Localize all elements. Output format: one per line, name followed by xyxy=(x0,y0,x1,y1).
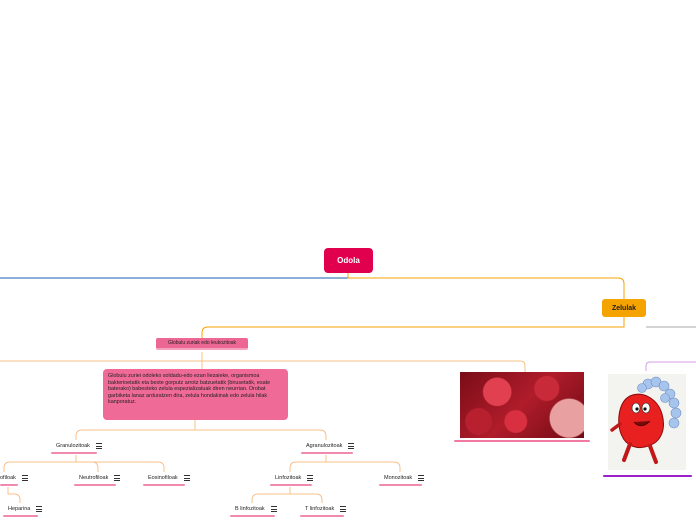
node-label: Neutrofiloak xyxy=(79,475,109,481)
menu-icon[interactable] xyxy=(95,443,102,449)
menu-icon[interactable] xyxy=(36,506,43,512)
menu-icon[interactable] xyxy=(270,506,277,512)
node-label: B linfozitoak xyxy=(235,506,265,512)
node-description[interactable]: Globulu zuriei odoleko soldadu-edo ezan … xyxy=(103,369,288,420)
node-globulu-zuriak[interactable]: Globulu zuriak edo leukozitoak xyxy=(156,338,248,350)
node-agranulozitoak[interactable]: Agranulozitoak xyxy=(306,441,355,451)
image-underline xyxy=(603,475,692,477)
menu-icon[interactable] xyxy=(21,475,28,481)
menu-icon[interactable] xyxy=(114,475,121,481)
node-underline xyxy=(301,452,353,454)
node-granulozitoak[interactable]: Granulozitoak xyxy=(56,441,102,451)
node-label: Agranulozitoak xyxy=(306,443,343,449)
node-label: Granulozitoak xyxy=(56,443,90,449)
node-label: Linfozitoak xyxy=(275,475,302,481)
node-underline xyxy=(230,515,275,517)
node-label: Monozitoak xyxy=(384,475,413,481)
node-label: Eosinofiloak xyxy=(148,475,178,481)
node-underline xyxy=(143,484,185,486)
menu-icon[interactable] xyxy=(340,506,347,512)
node-b-linfozitoak[interactable]: B linfozitoak xyxy=(235,504,277,514)
node-underline xyxy=(379,484,422,486)
node-neutrofiloak[interactable]: Neutrofiloak xyxy=(79,473,121,483)
menu-icon[interactable] xyxy=(348,443,355,449)
node-label: Heparina xyxy=(8,506,31,512)
menu-icon[interactable] xyxy=(418,475,425,481)
node-linfozitoak[interactable]: Linfozitoak xyxy=(275,473,314,483)
node-underline xyxy=(51,452,97,454)
node-label: T linfozitoak xyxy=(305,506,335,512)
mind-map-canvas: Odola Zelulak Globulu zuriak edo leukozi… xyxy=(0,0,696,520)
cartoon-cell-drawing xyxy=(610,376,682,464)
node-underline xyxy=(270,484,312,486)
menu-icon[interactable] xyxy=(183,475,190,481)
cartoon-blood-cell-image[interactable] xyxy=(608,374,686,470)
node-eosinofiloak[interactable]: Eosinofiloak xyxy=(148,473,190,483)
node-underline xyxy=(0,484,18,486)
root-node-odola[interactable]: Odola xyxy=(324,248,373,273)
menu-icon[interactable] xyxy=(307,475,314,481)
node-monozitoak[interactable]: Monozitoak xyxy=(384,473,425,483)
blood-cells-image[interactable] xyxy=(460,372,584,438)
node-t-linfozitoak[interactable]: T linfozitoak xyxy=(305,504,347,514)
node-zelulak[interactable]: Zelulak xyxy=(602,299,646,317)
node-underline xyxy=(300,515,344,517)
node-underline xyxy=(74,484,116,486)
node-heparina[interactable]: Heparina xyxy=(8,504,43,514)
image-underline xyxy=(454,440,590,442)
node-basofiloak[interactable]: ofiloak xyxy=(0,473,28,483)
node-label: ofiloak xyxy=(0,475,16,481)
node-underline xyxy=(3,515,38,517)
